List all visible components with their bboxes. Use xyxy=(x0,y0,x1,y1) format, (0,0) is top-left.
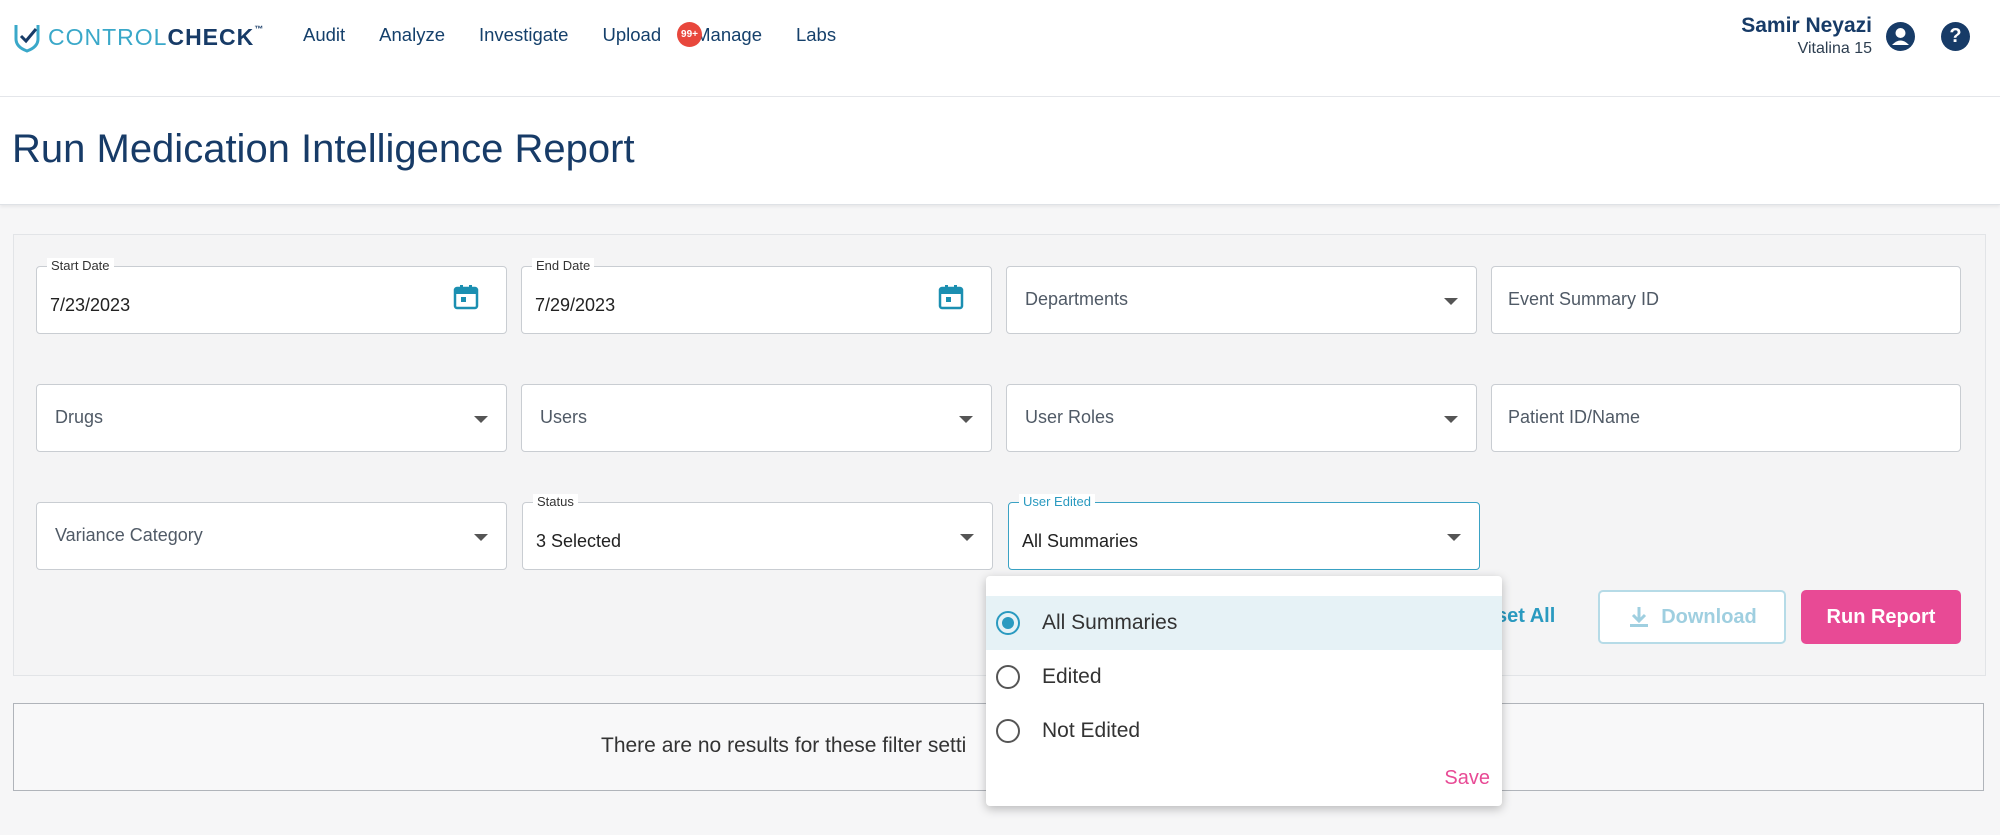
nav-manage[interactable]: Manage xyxy=(695,24,762,46)
user-edited-dropdown: All Summaries Edited Not Edited Save xyxy=(986,576,1502,806)
nav-labs[interactable]: Labs xyxy=(796,24,836,46)
calendar-icon[interactable] xyxy=(452,283,480,311)
drugs-placeholder: Drugs xyxy=(55,407,104,427)
start-date-label: Start Date xyxy=(47,258,114,273)
no-results-message: There are no results for these filter se… xyxy=(601,734,967,757)
controlcheck-logo[interactable]: CONTROLCHECK™ xyxy=(12,20,264,54)
brand-wordmark: CONTROLCHECK™ xyxy=(48,23,265,50)
shield-check-icon xyxy=(14,25,40,53)
drugs-select[interactable]: Drugs xyxy=(36,384,507,452)
download-button[interactable]: Download xyxy=(1598,590,1786,644)
patient-id-placeholder: Patient ID/Name xyxy=(1508,407,1641,427)
option-all-summaries[interactable]: All Summaries xyxy=(986,596,1502,650)
chevron-down-icon xyxy=(1444,298,1458,305)
calendar-icon[interactable] xyxy=(937,283,965,311)
start-date-field[interactable]: Start Date 7/23/2023 xyxy=(36,258,507,334)
chevron-down-icon xyxy=(960,534,974,541)
status-select[interactable]: Status 3 Selected xyxy=(522,494,993,570)
user-edited-value: All Summaries xyxy=(1022,531,1139,551)
start-date-value: 7/23/2023 xyxy=(50,295,131,315)
reset-all-button[interactable]: set All xyxy=(1496,605,1555,628)
departments-select[interactable]: Departments xyxy=(1006,266,1477,334)
end-date-label: End Date xyxy=(532,258,595,273)
status-label: Status xyxy=(533,494,578,509)
option-label: All Summaries xyxy=(1042,611,1178,634)
save-button[interactable]: Save xyxy=(1444,767,1490,790)
nav-audit[interactable]: Audit xyxy=(303,24,345,46)
event-summary-id-placeholder: Event Summary ID xyxy=(1508,289,1660,309)
end-date-value: 7/29/2023 xyxy=(535,295,616,315)
option-not-edited[interactable]: Not Edited xyxy=(986,704,1502,758)
radio-selected-icon[interactable] xyxy=(996,611,1020,635)
nav-upload[interactable]: Upload xyxy=(602,24,661,46)
download-label: Download xyxy=(1661,605,1757,628)
chevron-down-icon xyxy=(959,416,973,423)
user-roles-select[interactable]: User Roles xyxy=(1006,384,1477,452)
user-roles-placeholder: User Roles xyxy=(1025,407,1115,427)
help-icon[interactable]: ? xyxy=(1941,22,1970,51)
users-placeholder: Users xyxy=(540,407,588,427)
radio-empty-icon[interactable] xyxy=(996,719,1020,743)
page-header: Run Medication Intelligence Report xyxy=(0,97,2000,205)
chevron-down-icon xyxy=(474,416,488,423)
variance-category-select[interactable]: Variance Category xyxy=(36,502,507,570)
end-date-field[interactable]: End Date 7/29/2023 xyxy=(521,258,992,334)
user-edited-label: User Edited xyxy=(1019,494,1095,509)
option-edited[interactable]: Edited xyxy=(986,650,1502,704)
radio-empty-icon[interactable] xyxy=(996,665,1020,689)
event-summary-id-input[interactable]: Event Summary ID xyxy=(1491,266,1961,334)
variance-category-placeholder: Variance Category xyxy=(55,525,203,545)
user-facility: Vitalina 15 xyxy=(1797,40,1872,57)
main-nav: Audit Analyze Investigate Upload Manage … xyxy=(303,24,870,46)
chevron-down-icon xyxy=(474,534,488,541)
download-icon xyxy=(1630,607,1649,627)
departments-placeholder: Departments xyxy=(1025,289,1129,309)
account-icon[interactable] xyxy=(1886,22,1915,51)
nav-investigate[interactable]: Investigate xyxy=(479,24,568,46)
option-label: Not Edited xyxy=(1042,719,1141,742)
chevron-down-icon xyxy=(1447,534,1461,541)
user-edited-select[interactable]: User Edited All Summaries xyxy=(1008,494,1480,570)
nav-analyze[interactable]: Analyze xyxy=(379,24,445,46)
user-info: Samir Neyazi Vitalina 15 xyxy=(1741,14,1872,58)
notification-badge: 99+ xyxy=(677,22,702,47)
run-report-button[interactable]: Run Report xyxy=(1801,590,1961,644)
patient-id-input[interactable]: Patient ID/Name xyxy=(1491,384,1961,452)
status-value: 3 Selected xyxy=(536,531,622,551)
chevron-down-icon xyxy=(1444,416,1458,423)
top-navigation-bar: CONTROLCHECK™ Audit Analyze Investigate … xyxy=(0,0,2000,97)
option-label: Edited xyxy=(1042,665,1102,688)
page-title: Run Medication Intelligence Report xyxy=(12,127,635,171)
users-select[interactable]: Users xyxy=(521,384,992,452)
user-name: Samir Neyazi xyxy=(1741,14,1872,37)
